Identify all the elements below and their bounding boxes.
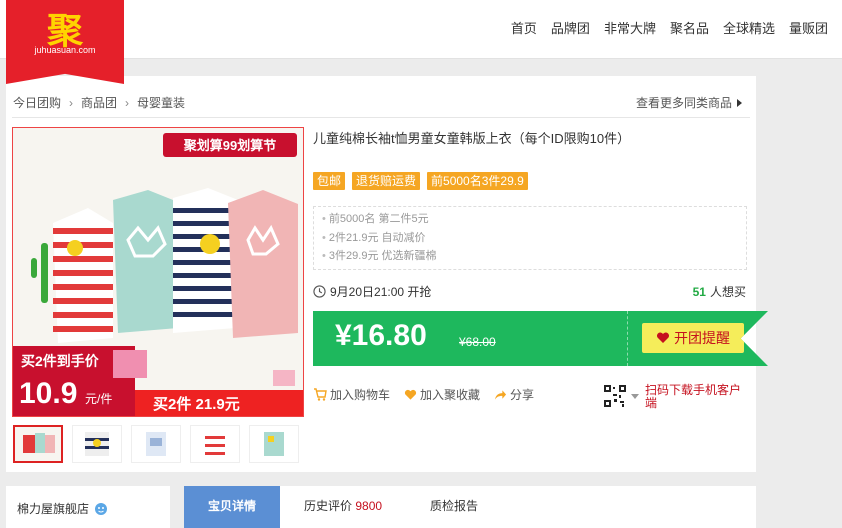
thumbnail[interactable] [190,425,240,463]
nav-big-brands[interactable]: 非常大牌 [604,18,656,37]
product-photo: 聚划算99划算节 买2件到手价 10.9 元/件 买2件 21.9元 [13,128,303,416]
qr-download-text[interactable]: 扫码下载手机客户端 [645,384,749,410]
banner-text: 聚划算99划算节 [183,138,276,153]
thumbnail[interactable] [13,425,63,463]
price-divider [627,311,629,366]
want-label: 人想买 [709,285,746,299]
remind-label: 开团提醒 [674,330,730,346]
current-price: ¥16.80 [335,319,427,352]
want-count: 51 [692,285,706,299]
favorite-label: 加入聚收藏 [420,388,481,402]
original-price: ¥68.00 [459,335,496,349]
badge-row: 包邮 退货赔运费 前5000名3件29.9 [313,172,535,190]
see-more-link[interactable]: 查看更多同类商品 [636,94,742,111]
shop-card: 棉力屋旗舰店 [6,486,170,528]
want-counter: 51 人想买 [693,283,746,300]
promo-unit: 元/件 [85,392,112,406]
promo-price: 10.9 [19,377,77,410]
product-title: 儿童纯棉长袖t恤男童女童韩版上衣（每个ID限购10件） [313,131,631,146]
logo-domain: juhuasuan.com [34,45,96,55]
shop-chat-icon[interactable] [94,502,108,516]
breadcrumb-separator: › [69,95,74,110]
thumbnail[interactable] [249,425,299,463]
favorite-button[interactable]: 加入聚收藏 [404,386,480,403]
main-nav: 首页 品牌团 非常大牌 聚名品 全球精选 量贩团 [511,18,842,37]
breadcrumb-item[interactable]: 母婴童装 [137,94,185,111]
breadcrumb-item[interactable]: 今日团购 [13,94,61,111]
see-more-label: 查看更多同类商品 [635,96,732,110]
promo-bottom: 买2件 21.9元 [153,395,240,413]
qr-dropdown-icon[interactable] [631,394,639,399]
cart-icon [314,388,327,401]
price-bar: ¥16.80 ¥68.00 开团提醒 [313,311,768,366]
thumbnail-strip [13,425,308,463]
tab-inspection[interactable]: 质检报告 [430,486,478,528]
action-row: 加入购物车 加入聚收藏 分享 [313,386,548,403]
tab-reviews-label: 历史评价 [304,499,353,513]
breadcrumb-separator: › [125,95,130,110]
badge-free-shipping: 包邮 [313,172,346,190]
promo-line1: 买2件到手价 [21,353,100,369]
nav-global[interactable]: 全球精选 [723,18,775,37]
add-cart-label: 加入购物车 [330,388,391,402]
start-time-text: 9月20日21:00 开抢 [330,285,432,299]
share-button[interactable]: 分享 [494,386,534,403]
tab-reviews[interactable]: 历史评价 9800 [304,486,382,528]
breadcrumb: 今日团购 › 商品团 › 母婴童装 [13,94,185,111]
thumbnail[interactable] [131,425,181,463]
top-header: 首页 品牌团 非常大牌 聚名品 全球精选 量贩团 [0,0,842,59]
divider [12,117,750,118]
shop-name-row[interactable]: 棉力屋旗舰店 [17,500,108,517]
nav-brand[interactable]: 品牌团 [551,18,590,37]
badge-return-shipping: 退货赔运费 [352,172,421,190]
heart-icon [656,332,670,343]
promo-list: 前5000名 第二件5元 2件21.9元 自动减价 3件29.9元 优选新疆棉 [313,206,747,270]
main-product-image[interactable]: 聚划算99划算节 买2件到手价 10.9 元/件 买2件 21.9元 [12,127,304,417]
start-time: 9月20日21:00 开抢 [313,283,431,300]
site-logo[interactable]: 聚 juhuasuan.com [6,0,124,84]
add-cart-button[interactable]: 加入购物车 [313,386,390,403]
badge-deal: 前5000名3件29.9 [427,172,528,190]
promo-item: 2件21.9元 自动减价 [314,229,746,248]
shop-name: 棉力屋旗舰店 [17,502,90,516]
qr-code-icon[interactable] [604,385,626,407]
nav-bulk[interactable]: 量贩团 [789,18,828,37]
remind-button[interactable]: 开团提醒 [642,323,744,353]
nav-home[interactable]: 首页 [511,18,537,37]
heart-icon [404,389,417,400]
promo-item: 前5000名 第二件5元 [314,210,746,229]
detail-tabs: 宝贝详情 历史评价 9800 质检报告 [184,486,756,528]
share-icon [494,389,507,400]
thumbnail[interactable] [72,425,122,463]
caret-right-icon [737,98,742,107]
nav-luxury[interactable]: 聚名品 [670,18,709,37]
product-panel: 今日团购 › 商品团 › 母婴童装 查看更多同类商品 聚划算99划算节 买2件到… [6,76,768,472]
tab-reviews-count: 9800 [355,499,383,513]
promo-item: 3件29.9元 优选新疆棉 [314,247,746,266]
tab-details[interactable]: 宝贝详情 [184,486,280,528]
share-label: 分享 [510,388,535,402]
clock-icon [313,285,326,298]
breadcrumb-item[interactable]: 商品团 [81,94,117,111]
